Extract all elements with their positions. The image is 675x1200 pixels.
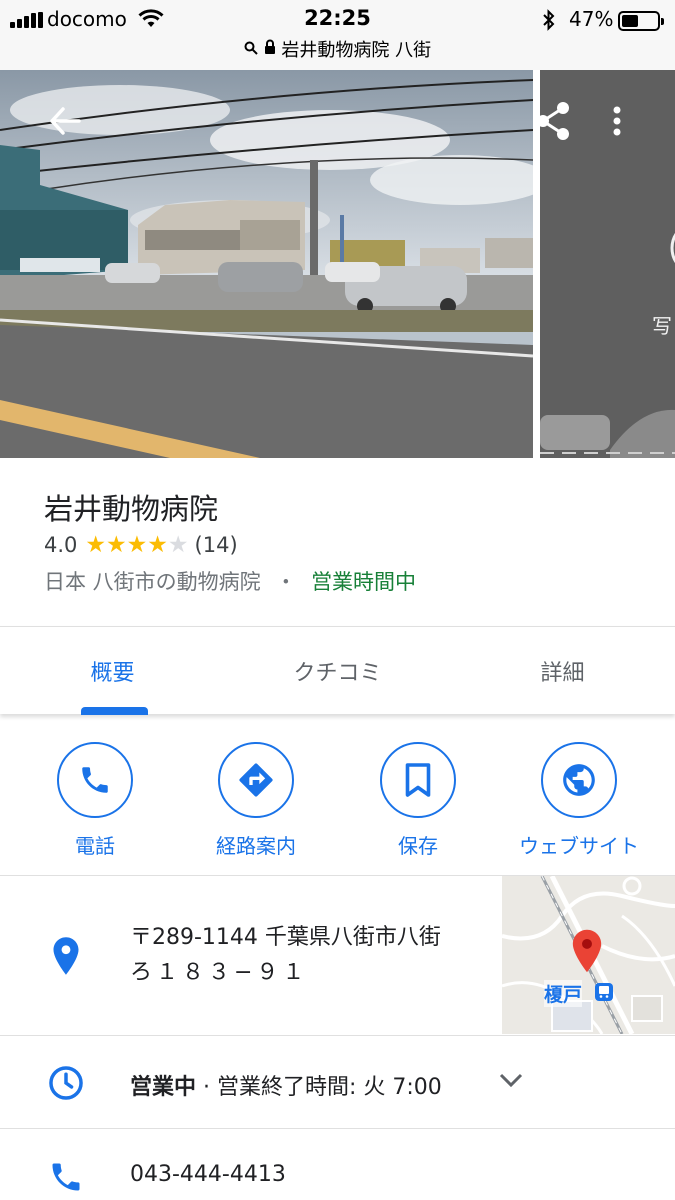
address-text: 〒289-1144 千葉県八街市八街 ろ１８３−９１ [130, 920, 490, 990]
call-button[interactable]: 電話 [20, 742, 170, 862]
phone-icon [44, 1155, 88, 1199]
category-row: 日本 八街市の動物病院 ・ 営業時間中 [44, 566, 416, 596]
tab-reviews[interactable]: クチコミ [225, 627, 450, 715]
place-header: 岩井動物病院 4.0 ★ ★ ★ ★ ★ (14) 日本 八街市の動物病院 ・ 営業時間… [0, 458, 675, 626]
directions-label: 経路案内 [216, 834, 296, 858]
back-button[interactable] [40, 96, 90, 146]
hours-row[interactable]: 営業中 · 営業終了時間: 火 7:00 [0, 1036, 675, 1129]
photo-carousel[interactable]: 写 [0, 70, 675, 458]
lock-icon [264, 39, 282, 60]
tab-bar: 概要 クチコミ 詳細 [0, 626, 675, 715]
share-button[interactable] [528, 96, 578, 146]
tab-details[interactable]: 詳細 [450, 627, 675, 715]
map-pin-icon [44, 934, 88, 978]
battery-icon [618, 11, 664, 31]
rating-row[interactable]: 4.0 ★ ★ ★ ★ ★ (14) [44, 531, 238, 559]
back-arrow-icon [50, 107, 81, 135]
website-button[interactable]: ウェブサイト [504, 742, 654, 862]
separator: ・ [275, 570, 297, 594]
map-station-label: 榎戸 [544, 980, 583, 1007]
chevron-down-icon[interactable] [498, 1072, 524, 1092]
review-count: (14) [194, 533, 238, 557]
category-text: 日本 八街市の動物病院 [44, 570, 261, 594]
more-vertical-icon [613, 106, 621, 136]
photos-label: 写 [652, 314, 672, 338]
phone-row[interactable]: 043-444-4413 [0, 1129, 675, 1200]
star-empty-icon: ★ [167, 531, 189, 558]
clock-icon [44, 1061, 88, 1105]
directions-icon [239, 763, 273, 797]
bookmark-icon [405, 763, 431, 797]
share-icon [537, 102, 569, 140]
address-row[interactable]: 〒289-1144 千葉県八街市八街 ろ１８３−９１ 榎戸 [0, 876, 675, 1036]
star-filled-icon: ★ [126, 531, 148, 558]
more-options-button[interactable] [592, 96, 642, 146]
star-rating: ★ ★ ★ ★ ★ [85, 531, 189, 558]
status-bar: docomo 22:25 47% 岩井動物病院 八街 [0, 0, 675, 70]
phone-number: 043-444-4413 [130, 1162, 286, 1187]
star-filled-icon: ★ [85, 531, 107, 558]
map-thumbnail[interactable]: 榎戸 [502, 876, 675, 1034]
save-label: 保存 [398, 834, 438, 858]
save-button[interactable]: 保存 [343, 742, 493, 862]
train-station-icon [594, 982, 614, 1006]
url-bar[interactable]: 岩井動物病院 八街 [0, 36, 675, 62]
directions-button[interactable]: 経路案内 [181, 742, 331, 862]
bluetooth-icon [541, 9, 557, 35]
hours-detail: · 営業終了時間: 火 7:00 [196, 1075, 442, 1100]
active-tab-indicator [81, 707, 148, 715]
phone-icon [82, 767, 108, 793]
search-icon [244, 39, 264, 60]
address-line-2: ろ１８３−９１ [130, 960, 309, 985]
battery-percent: 47% [569, 7, 614, 31]
star-filled-icon: ★ [106, 531, 127, 558]
star-filled-icon: ★ [147, 531, 168, 558]
website-label: ウェブサイト [519, 834, 639, 858]
open-status: 営業時間中 [311, 570, 417, 594]
map-pin-marker-icon [570, 928, 604, 978]
place-title: 岩井動物病院 [44, 492, 219, 526]
address-line-1: 〒289-1144 千葉県八街市八街 [130, 925, 441, 950]
url-title: 岩井動物病院 八街 [281, 40, 432, 61]
tab-overview[interactable]: 概要 [0, 627, 225, 715]
action-buttons: 電話 経路案内 保存 ウェブサイト [0, 714, 675, 876]
hours-status: 営業中 [130, 1075, 197, 1100]
call-label: 電話 [75, 834, 115, 858]
globe-icon [563, 764, 595, 796]
hours-text: 営業中 · 営業終了時間: 火 7:00 [130, 1069, 442, 1101]
rating-value: 4.0 [44, 533, 78, 557]
